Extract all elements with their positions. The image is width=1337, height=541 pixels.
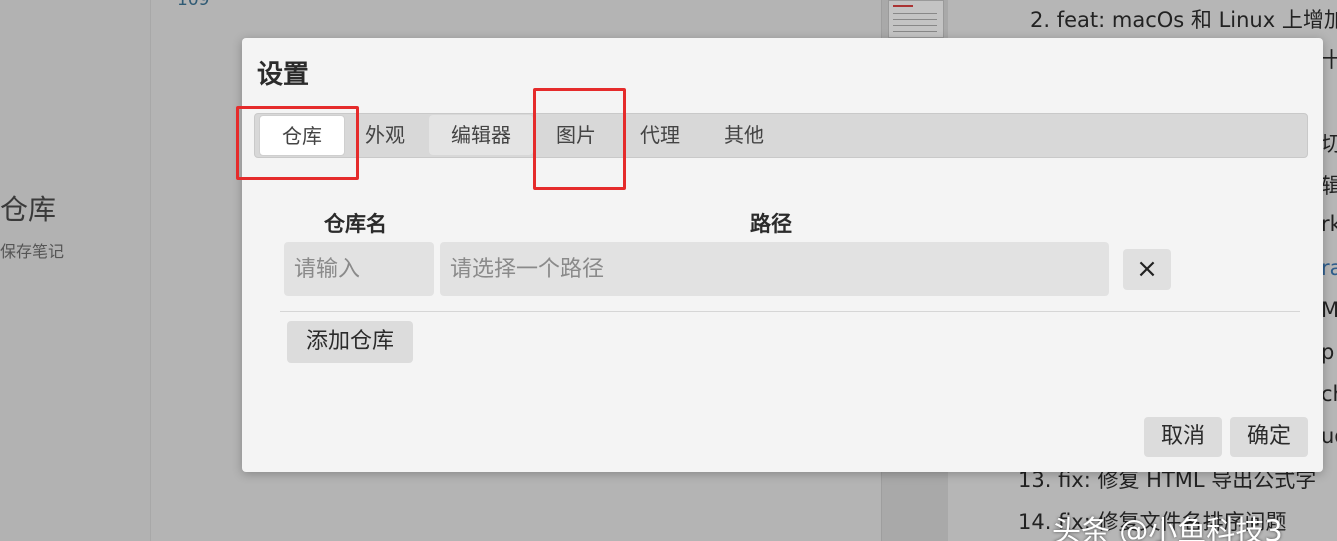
tab-proxy[interactable]: 代理 — [629, 115, 691, 155]
changelog-link[interactable]: ra — [1321, 256, 1337, 280]
remove-repo-button[interactable]: × — [1123, 249, 1171, 290]
repo-path-input[interactable] — [440, 242, 1109, 296]
changelog-fragment: 十 — [1321, 48, 1337, 72]
changelog-fragment: 切 — [1321, 132, 1337, 156]
changelog-fragment: ch — [1321, 382, 1337, 406]
changelog-fragment: p — [1321, 340, 1335, 364]
item-count: 109 — [177, 0, 210, 10]
repo-name-column-header: 仓库名 — [324, 212, 387, 236]
tab-appearance[interactable]: 外观 — [355, 115, 415, 155]
highlight-box-repository-tab — [236, 106, 359, 180]
highlight-box-image-tab — [533, 88, 626, 190]
settings-tabs: 仓库 外观 编辑器 图片 代理 其他 — [254, 113, 1308, 158]
changelog-fragment: Me — [1321, 298, 1337, 322]
page-thumbnail[interactable] — [888, 0, 944, 38]
changelog-fragment: 辑 — [1321, 174, 1337, 198]
cancel-button[interactable]: 取消 — [1144, 417, 1222, 457]
changelog-fragment: rk — [1321, 212, 1337, 236]
repo-heading: 仓库 — [0, 193, 57, 226]
tab-editor[interactable]: 编辑器 — [429, 115, 533, 155]
changelog-line: 2. feat: macOs 和 Linux 上增加 — [1030, 8, 1337, 32]
repo-name-input[interactable] — [284, 242, 434, 296]
divider — [280, 311, 1300, 312]
dialog-title: 设置 — [257, 60, 310, 90]
close-icon: × — [1136, 254, 1158, 284]
tab-other[interactable]: 其他 — [713, 115, 775, 155]
add-repo-button[interactable]: 添加仓库 — [287, 321, 413, 363]
left-panel: 仓库 保存笔记 — [0, 0, 151, 541]
settings-dialog: 设置 仓库 外观 编辑器 图片 代理 其他 仓库名 路径 × 添加仓库 取消 确… — [242, 38, 1323, 472]
watermark: 头条 @小鱼科技3 — [1052, 514, 1283, 541]
path-column-header: 路径 — [750, 212, 792, 236]
repo-subtitle: 保存笔记 — [0, 242, 65, 261]
changelog-fragment: ud — [1321, 424, 1337, 448]
confirm-button[interactable]: 确定 — [1230, 417, 1308, 457]
